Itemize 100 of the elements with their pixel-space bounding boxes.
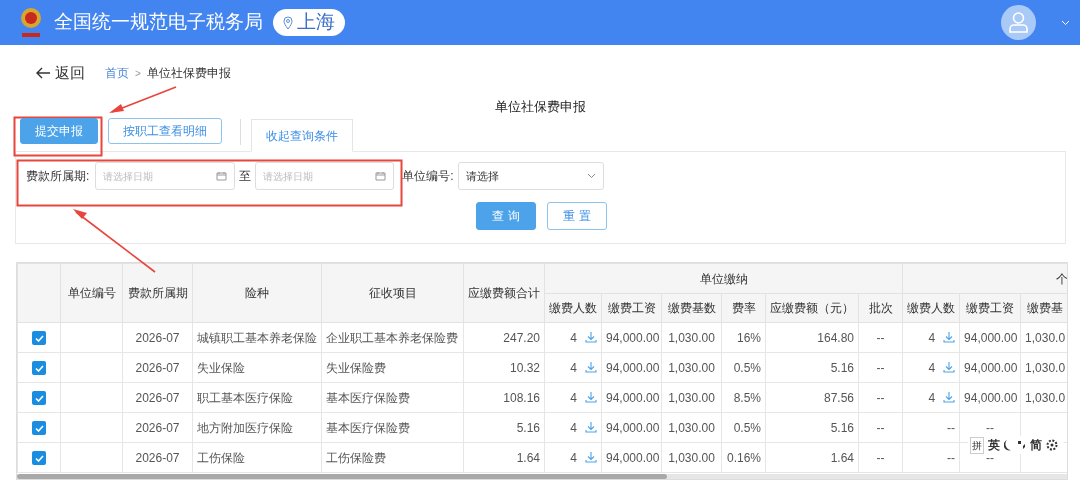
chevron-down-icon — [586, 173, 596, 179]
column-group-header: 单位缴纳 — [544, 263, 903, 294]
table-cell: 4 — [570, 390, 577, 405]
download-icon[interactable] — [585, 450, 597, 463]
button[interactable]: 提交申报 — [20, 118, 98, 144]
table-cell: 4 — [928, 390, 936, 405]
scrollbar-thumb[interactable] — [17, 474, 667, 479]
table-cell: 2026-07 — [135, 390, 180, 405]
site-title: 全国统一规范电子税务局 — [54, 10, 263, 35]
row-checkbox[interactable] — [32, 391, 46, 406]
column-header: 费款所属期 — [122, 263, 193, 323]
button[interactable]: 按职工查看明细 — [108, 118, 222, 144]
table-cell: 94,000.00 — [964, 360, 1018, 375]
arrow-left-icon — [36, 67, 51, 79]
column-header: 险种 — [192, 263, 322, 323]
table-cell: 94,000.00 — [964, 390, 1018, 405]
table-cell: 1.64 — [516, 450, 540, 465]
table-cell: -- — [876, 450, 885, 465]
collapse-filter-tab[interactable]: 收起查询条件 — [251, 119, 353, 152]
settings-icon — [1046, 439, 1058, 451]
table-cell: 0.5% — [733, 420, 761, 435]
table-cell: 1,030.0 — [1025, 360, 1066, 375]
column-header: 缴费人数 — [902, 293, 960, 323]
table-cell: 2026-07 — [135, 330, 180, 345]
download-icon[interactable] — [585, 420, 597, 433]
region-button[interactable]: 上海 — [273, 9, 345, 36]
table-cell: 1,030.0 — [1025, 330, 1066, 345]
chevron-down-icon[interactable] — [1061, 19, 1070, 26]
row-checkbox[interactable] — [32, 451, 46, 466]
download-icon[interactable] — [943, 390, 956, 403]
table-cell: -- — [947, 420, 956, 435]
download-icon[interactable] — [585, 330, 597, 343]
table-cell: 0.5% — [733, 360, 761, 375]
table-cell: 1,030.00 — [668, 330, 715, 345]
table-cell: 工伤保险费 — [326, 450, 386, 465]
download-icon[interactable] — [943, 360, 956, 373]
table-cell: 2026-07 — [135, 450, 180, 465]
table-cell: 94,000.00 — [606, 330, 660, 345]
button[interactable]: 重 置 — [547, 202, 607, 230]
row-checkbox[interactable] — [32, 331, 46, 346]
page-title: 单位社保费申报 — [494, 99, 586, 114]
table-cell: 94,000.00 — [606, 420, 660, 435]
table-cell: 工伤保险 — [197, 450, 245, 465]
range-separator: 至 — [239, 168, 252, 185]
breadcrumb-link[interactable]: 首页 — [105, 64, 129, 82]
row-checkbox[interactable] — [32, 421, 46, 436]
ime-label[interactable]: 简 — [1030, 436, 1042, 454]
table-cell: 247.20 — [503, 330, 540, 345]
table-cell: 1,030.00 — [668, 450, 715, 465]
table-cell: 2026-07 — [135, 360, 180, 375]
table-cell: 164.80 — [817, 330, 854, 345]
table-cell: 1,030.00 — [668, 420, 715, 435]
column-header: 缴费基数 — [661, 293, 722, 323]
calendar-icon — [216, 171, 228, 181]
table-cell: 8.5% — [733, 390, 761, 405]
button[interactable]: 查 询 — [476, 202, 536, 230]
table-cell: -- — [947, 450, 956, 465]
table-cell: 5.16 — [516, 420, 540, 435]
back-button[interactable]: 返回 — [36, 61, 85, 85]
table-cell: 1,030.0 — [1025, 390, 1066, 405]
location-pin-icon — [283, 15, 293, 30]
table-cell: 94,000.00 — [964, 330, 1018, 345]
table-cell: 5.16 — [830, 420, 854, 435]
calendar-icon — [375, 171, 387, 181]
annotation-arrow — [109, 86, 177, 113]
column-header: 应缴费额（元） — [765, 293, 859, 323]
table-cell: 94,000.00 — [606, 450, 660, 465]
avatar-icon[interactable] — [1001, 5, 1036, 40]
column-header: 征收项目 — [321, 263, 464, 323]
table-cell: 94,000.00 — [606, 360, 660, 375]
filter-label: 单位编号: — [402, 168, 454, 185]
download-icon[interactable] — [943, 330, 956, 343]
table-cell: 4 — [570, 450, 577, 465]
table-cell: -- — [986, 420, 995, 435]
table-cell: -- — [876, 420, 885, 435]
row-checkbox[interactable] — [32, 361, 46, 376]
table-cell: -- — [876, 390, 885, 405]
table-cell: 失业保险费 — [326, 360, 386, 375]
table-cell: 0.16% — [726, 450, 761, 465]
unit-select[interactable]: 请选择 — [457, 162, 604, 190]
table-cell: 城镇职工基本养老保险 — [197, 330, 317, 345]
filter-label: 费款所属期: — [26, 168, 90, 185]
table-cell: 5.16 — [830, 360, 854, 375]
table-cell: 职工基本医疗保险 — [197, 390, 293, 405]
emblem-icon — [18, 5, 44, 40]
table-cell: 地方附加医疗保险 — [197, 420, 293, 435]
ime-label[interactable]: 拼 — [970, 436, 984, 454]
download-icon[interactable] — [585, 360, 597, 373]
table-cell: 1.64 — [830, 450, 854, 465]
table-cell: 失业保险 — [197, 360, 245, 375]
table-cell: 1,030.00 — [668, 390, 715, 405]
breadcrumb-current: 单位社保费申报 — [146, 65, 231, 82]
table-cell: 108.16 — [503, 390, 540, 405]
table-cell: 1,030.00 — [668, 360, 715, 375]
table-cell: 94,000.00 — [606, 390, 660, 405]
table-cell: -- — [876, 360, 885, 375]
table-cell: 4 — [570, 420, 577, 435]
download-icon[interactable] — [585, 390, 597, 403]
table-cell: 4 — [928, 330, 936, 345]
column-header: 应缴费额合计 — [463, 263, 545, 323]
